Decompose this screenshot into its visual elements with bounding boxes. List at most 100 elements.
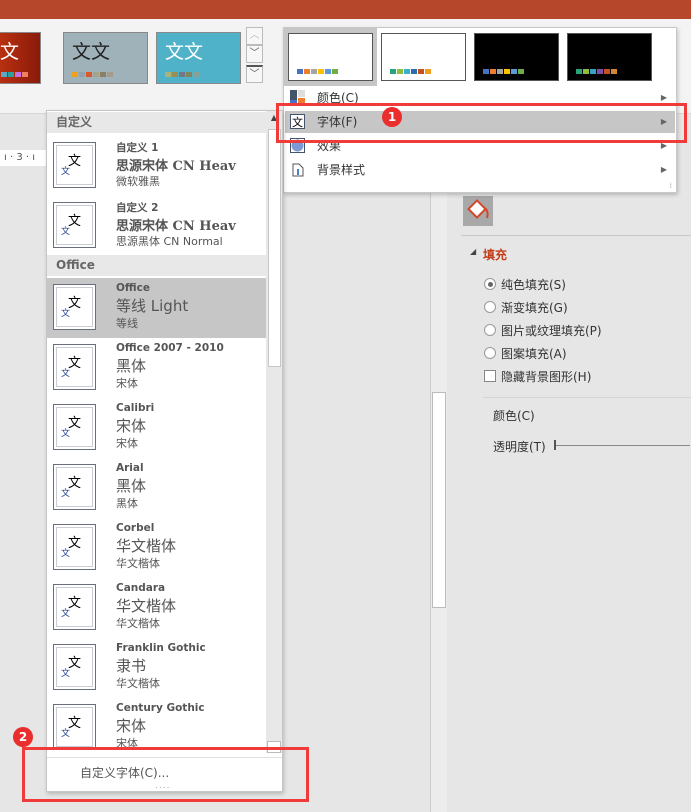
color-swatch (107, 72, 113, 77)
font-preview-icon: 文文 (53, 344, 96, 390)
font-theme-item[interactable]: 文文 Candara 华文楷体 华文楷体 (47, 578, 266, 638)
preview-heading-glyph: 文 (68, 416, 82, 431)
font-preview-icon: 文文 (53, 584, 96, 630)
font-preview-icon: 文文 (53, 524, 96, 570)
color-label: 颜色(C) (493, 409, 535, 423)
color-swatch (79, 72, 85, 77)
theme-sample-text: 文文 (165, 41, 204, 63)
color-swatch (597, 69, 603, 74)
preview-heading-glyph: 文 (68, 656, 82, 671)
color-swatch (304, 69, 310, 74)
fill-option-label[interactable]: 图片或纹理填充(P) (501, 322, 602, 339)
heading-font: 隶书 (116, 657, 147, 675)
font-theme-item[interactable]: 文文 自定义 1 思源宋体 CN Heav 微软雅黑 (47, 136, 266, 196)
color-swatch (318, 69, 324, 74)
color-swatch (576, 69, 582, 74)
fonts-scrollbar-thumb[interactable] (268, 129, 281, 367)
ruler-mark: 3 (16, 152, 23, 163)
section-header-custom: 自定义 (47, 112, 266, 133)
preview-text: 文文 (61, 656, 81, 680)
font-theme-name: Candara (116, 582, 166, 594)
preview-text: 文文 (61, 536, 81, 560)
font-theme-name: Century Gothic (116, 702, 205, 714)
font-theme-item[interactable]: 文文 Office 等线 Light 等线 (47, 278, 266, 338)
theme-thumbnail[interactable]: 文文 (63, 32, 148, 84)
font-theme-item[interactable]: 文文 Franklin Gothic 隶书 华文楷体 (47, 638, 266, 698)
canvas-scrollbar-thumb[interactable] (432, 392, 446, 608)
color-swatch (297, 69, 303, 74)
font-theme-name: 自定义 1 (116, 142, 159, 154)
color-swatch (404, 69, 410, 74)
fill-bucket-icon[interactable] (463, 196, 493, 226)
font-preview-icon: 文文 (53, 404, 96, 450)
fill-option-radio[interactable] (484, 347, 496, 359)
font-theme-name: Corbel (116, 522, 155, 534)
color-swatch (8, 72, 14, 77)
annotation-box-2 (22, 747, 309, 802)
body-font: 黑体 (116, 497, 138, 510)
preview-heading-glyph: 文 (68, 536, 82, 551)
transparency-slider[interactable] (556, 445, 690, 446)
body-font: 宋体 (116, 437, 138, 450)
variant-thumbnail[interactable] (567, 33, 652, 81)
heading-font: 思源宋体 CN Heav (116, 219, 236, 234)
hide-bg-checkbox[interactable] (484, 370, 496, 382)
color-swatch (497, 69, 503, 74)
fill-option-radio[interactable] (484, 278, 496, 290)
variant-thumbnail[interactable] (474, 33, 559, 81)
font-preview-icon: 文文 (53, 284, 96, 330)
fill-option-radio[interactable] (484, 301, 496, 313)
gallery-scroll-up[interactable]: ︿ (246, 27, 263, 45)
heading-font: 黑体 (116, 357, 147, 375)
variant-thumbnail[interactable] (288, 33, 373, 81)
fill-option-label[interactable]: 纯色填充(S) (501, 276, 566, 293)
gallery-scroll-down[interactable]: ﹀ (246, 45, 263, 63)
color-swatch (22, 72, 28, 77)
theme-thumbnail[interactable]: 文文 (156, 32, 241, 84)
font-theme-item[interactable]: 文文 Arial 黑体 黑体 (47, 458, 266, 518)
variant-swatches (297, 69, 338, 74)
variant-thumbnail[interactable] (381, 33, 466, 81)
theme-sample-text: 文 (0, 41, 20, 63)
font-theme-item[interactable]: 文文 Corbel 华文楷体 华文楷体 (47, 518, 266, 578)
font-preview-icon: 文文 (53, 202, 96, 248)
body-font: 华文楷体 (116, 557, 160, 570)
preview-heading-glyph: 文 (68, 296, 82, 311)
heading-font: 宋体 (116, 417, 147, 435)
color-swatch (1, 72, 7, 77)
color-swatch (483, 69, 489, 74)
resize-grip-icon[interactable]: ⁞ (669, 181, 672, 190)
gallery-more-button[interactable]: ﹀ (246, 65, 263, 83)
color-swatch (590, 69, 596, 74)
preview-text: 文文 (61, 596, 81, 620)
menu-item-label: 背景样式 (317, 163, 366, 177)
font-theme-name: Arial (116, 462, 144, 474)
preview-text: 文文 (61, 214, 81, 238)
theme-thumbnail[interactable]: 文 (0, 32, 41, 84)
fill-option-label[interactable]: 渐变填充(G) (501, 299, 568, 316)
collapse-triangle-icon[interactable]: ◢ (470, 247, 476, 256)
hide-bg-label[interactable]: 隐藏背景图形(H) (501, 368, 591, 385)
font-theme-item[interactable]: 文文 Calibri 宋体 宋体 (47, 398, 266, 458)
menu-item-background-style[interactable]: 背景样式 ▶ (285, 159, 675, 181)
font-theme-item[interactable]: 文文 Office 2007 - 2010 黑体 宋体 (47, 338, 266, 398)
color-swatch (511, 69, 517, 74)
preview-text: 文文 (61, 296, 81, 320)
color-swatch (490, 69, 496, 74)
preview-text: 文文 (61, 356, 81, 380)
color-swatch (604, 69, 610, 74)
font-preview-icon: 文文 (53, 704, 96, 750)
fill-option-radio[interactable] (484, 324, 496, 336)
color-swatch (418, 69, 424, 74)
color-swatch (411, 69, 417, 74)
font-preview-icon: 文文 (53, 464, 96, 510)
color-swatch (172, 72, 178, 77)
fill-section-header[interactable]: 填充 (483, 246, 507, 263)
font-preview-icon: 文文 (53, 644, 96, 690)
title-bar (0, 0, 691, 19)
font-theme-item[interactable]: 文文 自定义 2 思源宋体 CN Heav 思源黑体 CN Normal (47, 196, 266, 256)
preview-heading-glyph: 文 (68, 596, 82, 611)
fill-option-label[interactable]: 图案填充(A) (501, 345, 567, 362)
color-swatch (611, 69, 617, 74)
theme-sample-text: 文文 (72, 41, 111, 63)
